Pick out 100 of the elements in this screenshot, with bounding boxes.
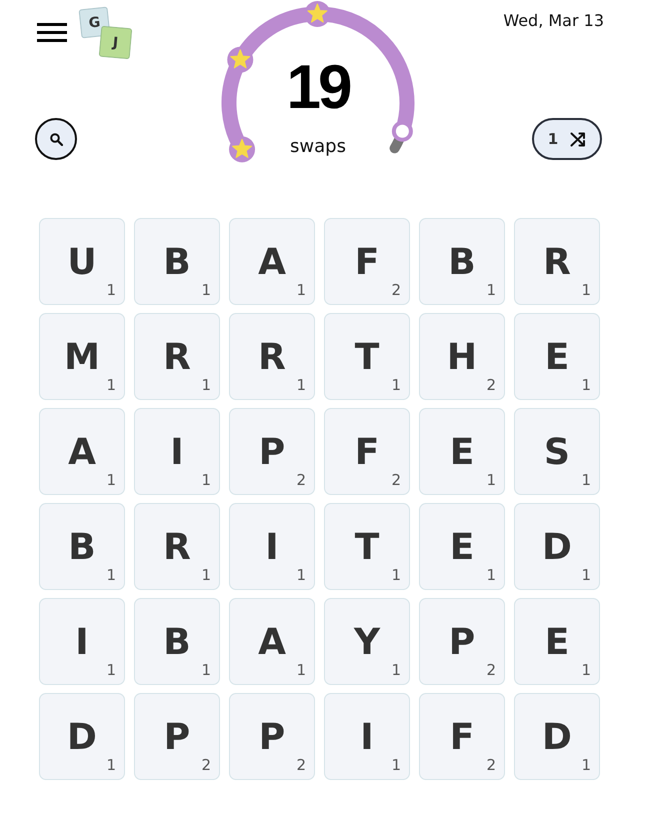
letter-tile[interactable]: S 1	[514, 408, 600, 495]
letter-tile[interactable]: H 2	[419, 313, 505, 400]
shuffle-icon	[570, 132, 586, 146]
date-label: Wed, Mar 13	[503, 11, 604, 31]
tile-points: 1	[201, 378, 211, 393]
letter-tile[interactable]: B 1	[134, 598, 220, 685]
tile-letter: H	[446, 340, 478, 376]
tile-points: 1	[391, 568, 401, 583]
tile-points: 1	[581, 473, 591, 488]
tile-letter: Y	[354, 624, 380, 660]
tile-letter: U	[67, 244, 97, 280]
tile-points: 1	[201, 568, 211, 583]
letter-tile[interactable]: P 2	[419, 598, 505, 685]
letter-tile[interactable]: D 1	[514, 503, 600, 590]
tile-points: 1	[581, 663, 591, 678]
tile-letter: R	[258, 340, 286, 376]
tile-letter: E	[450, 434, 474, 470]
letter-tile[interactable]: I 1	[134, 408, 220, 495]
letter-tile[interactable]: F 2	[324, 408, 410, 495]
swaps-label: swaps	[290, 136, 346, 158]
tile-letter: D	[542, 530, 572, 566]
tile-letter: S	[544, 434, 570, 470]
tile-letter: R	[163, 340, 191, 376]
tile-letter: B	[68, 530, 96, 566]
letter-tile[interactable]: D 1	[39, 693, 125, 780]
letter-tile[interactable]: E 1	[514, 313, 600, 400]
tile-points: 1	[106, 663, 116, 678]
letter-tile[interactable]: I 1	[229, 503, 315, 590]
letter-tile[interactable]: A 1	[39, 408, 125, 495]
tile-points: 1	[296, 378, 306, 393]
tile-letter: B	[448, 244, 476, 280]
tile-points: 1	[296, 283, 306, 298]
search-button[interactable]	[35, 118, 77, 160]
tile-letter: P	[258, 434, 286, 470]
tile-letter: T	[354, 340, 380, 376]
tile-letter: P	[448, 624, 476, 660]
letter-tile[interactable]: F 2	[419, 693, 505, 780]
tile-letter: F	[450, 720, 474, 756]
tile-points: 1	[201, 283, 211, 298]
tile-points: 1	[106, 378, 116, 393]
letter-tile[interactable]: R 1	[229, 313, 315, 400]
letter-tile[interactable]: E 1	[419, 408, 505, 495]
tile-points: 1	[581, 568, 591, 583]
letter-tile[interactable]: A 1	[229, 218, 315, 305]
tile-points: 1	[486, 283, 496, 298]
letter-tile[interactable]: T 1	[324, 503, 410, 590]
letter-tile[interactable]: T 1	[324, 313, 410, 400]
tile-letter: M	[64, 340, 100, 376]
tile-letter: A	[258, 624, 286, 660]
letter-tile[interactable]: R 1	[514, 218, 600, 305]
tile-letter: E	[544, 624, 570, 660]
letter-tile[interactable]: A 1	[229, 598, 315, 685]
tile-letter: B	[163, 624, 191, 660]
letter-tile[interactable]: B 1	[134, 218, 220, 305]
tile-points: 1	[486, 473, 496, 488]
letter-tile[interactable]: Y 1	[324, 598, 410, 685]
logo-tile: J	[98, 26, 132, 60]
letter-tile[interactable]: R 1	[134, 503, 220, 590]
tile-letter: A	[258, 244, 286, 280]
tile-points: 2	[391, 473, 401, 488]
tile-points: 1	[106, 758, 116, 773]
tile-letter: F	[354, 244, 380, 280]
tile-points: 2	[486, 758, 496, 773]
tile-letter: F	[354, 434, 380, 470]
tile-letter: R	[163, 530, 191, 566]
tile-points: 1	[296, 663, 306, 678]
tile-letter: E	[450, 530, 474, 566]
tile-letter: A	[68, 434, 96, 470]
tile-letter: P	[258, 720, 286, 756]
tile-points: 1	[201, 663, 211, 678]
letter-tile[interactable]: F 2	[324, 218, 410, 305]
tile-points: 1	[581, 758, 591, 773]
letter-tile[interactable]: P 2	[229, 693, 315, 780]
tile-letter: B	[163, 244, 191, 280]
letter-tile[interactable]: D 1	[514, 693, 600, 780]
tile-letter: P	[164, 720, 190, 756]
letter-tile[interactable]: U 1	[39, 218, 125, 305]
letter-tile[interactable]: P 2	[229, 408, 315, 495]
letter-tile[interactable]: E 1	[419, 503, 505, 590]
letter-tile[interactable]: I 1	[324, 693, 410, 780]
shuffle-button[interactable]: 1	[532, 118, 602, 160]
menu-icon[interactable]	[37, 23, 67, 42]
letter-tile[interactable]: B 1	[39, 503, 125, 590]
tile-letter: D	[67, 720, 97, 756]
letter-tile[interactable]: R 1	[134, 313, 220, 400]
letter-tile[interactable]: B 1	[419, 218, 505, 305]
search-icon	[50, 132, 62, 146]
tile-points: 2	[486, 378, 496, 393]
tile-points: 1	[106, 283, 116, 298]
tile-letter: E	[544, 340, 570, 376]
tile-points: 2	[201, 758, 211, 773]
letter-tile[interactable]: E 1	[514, 598, 600, 685]
letter-tile[interactable]: M 1	[39, 313, 125, 400]
logo-tile: G	[78, 6, 110, 38]
letter-tile[interactable]: I 1	[39, 598, 125, 685]
letter-tile[interactable]: P 2	[134, 693, 220, 780]
tile-points: 2	[296, 758, 306, 773]
tile-points: 1	[106, 568, 116, 583]
tile-points: 1	[201, 473, 211, 488]
swap-count: 19	[286, 57, 350, 119]
